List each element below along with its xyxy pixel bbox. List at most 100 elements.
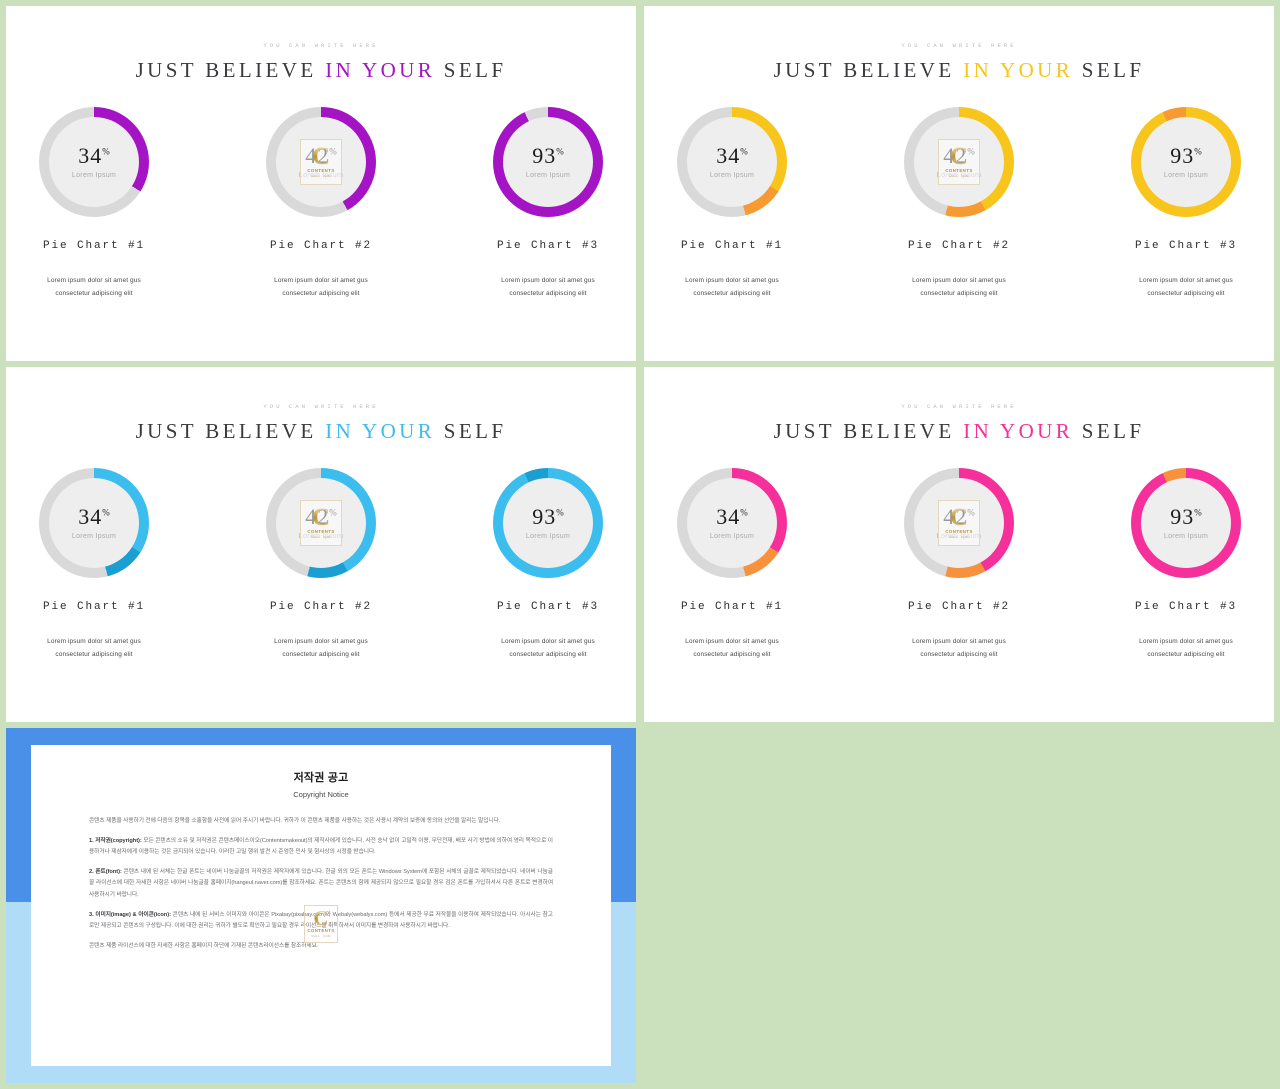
copyright-paragraph-lead: 2. 폰트(font):	[89, 869, 122, 876]
headline-part-after: SELF	[1073, 419, 1145, 443]
chart-column: 34% Lorem Ipsum Pie Chart #1 Lorem ipsum do…	[12, 107, 177, 300]
donut-value: 34%	[78, 506, 110, 528]
donut-gauge[interactable]: 93% Lorem Ipsum	[1131, 468, 1241, 578]
chart-title: Pie Chart #2	[269, 601, 372, 613]
donut-gauge[interactable]: 93% Lorem Ipsum	[493, 468, 603, 578]
slide-eyebrow: YOU CAN WRITE HERE	[901, 42, 1017, 49]
chart-description-line2: consectetur adipiscing elit	[55, 650, 133, 658]
donut-value-number: 93	[1170, 143, 1195, 168]
chart-description: Lorem ipsum dolor sit amet gus consectetu…	[877, 275, 1042, 300]
percent-symbol: %	[102, 507, 110, 518]
chart-title: Pie Chart #3	[1134, 601, 1237, 613]
slide-pink: YOU CAN WRITE HERE JUST BELIEVE IN YOUR S…	[644, 367, 1274, 722]
donut-sub-label: Lorem Ipsum	[71, 533, 117, 540]
percent-symbol: %	[740, 146, 748, 157]
donut-center: 42% Lorem Ipsum	[914, 117, 1004, 207]
chart-row: 34% Lorem Ipsum Pie Chart #1 Lorem ipsum do…	[6, 468, 636, 661]
chart-description-line1: Lorem ipsum dolor sit amet gus	[1139, 638, 1233, 645]
donut-gauge[interactable]: 93% Lorem Ipsum	[1131, 107, 1241, 217]
chart-column: 42%Lorem IpsumCCONTENTSMALL . COMPie Cha…	[877, 468, 1042, 661]
donut-center: 34% Lorem Ipsum	[49, 117, 139, 207]
watermark-letter: C	[313, 905, 329, 930]
copyright-page: 저작권 공고 Copyright Notice 콘텐츠 제품을 사용하기 전에 …	[31, 745, 611, 1066]
chart-description-line2: consectetur adipiscing elit	[55, 289, 133, 297]
chart-description-line1: Lorem ipsum dolor sit amet gus	[912, 277, 1006, 284]
donut-gauge[interactable]: 34% Lorem Ipsum	[39, 107, 149, 217]
headline-accent: IN YOUR	[325, 419, 436, 443]
donut-sub-label: Lorem Ipsum	[71, 172, 117, 179]
slide-board: YOU CAN WRITE HERE JUST BELIEVE IN YOUR S…	[0, 0, 1280, 1089]
chart-description: Lorem ipsum dolor sit amet gus consectetu…	[12, 275, 177, 300]
donut-center: 34% Lorem Ipsum	[687, 117, 777, 207]
donut-gauge[interactable]: 42%Lorem IpsumCCONTENTSMALL . COM	[904, 468, 1014, 578]
chart-description: Lorem ipsum dolor sit amet gus consectetu…	[239, 275, 404, 300]
watermark-line1: CONTENTS	[307, 928, 335, 934]
percent-symbol: %	[1194, 507, 1202, 518]
chart-description: Lorem ipsum dolor sit amet gus consectetu…	[466, 636, 631, 661]
donut-gauge[interactable]: 42%Lorem IpsumCCONTENTSMALL . COM	[904, 107, 1014, 217]
donut-sub-label: Lorem Ipsum	[709, 533, 755, 540]
headline-part-before: JUST BELIEVE	[135, 419, 326, 443]
donut-gauge[interactable]: 42%Lorem IpsumCCONTENTSMALL . COM	[266, 107, 376, 217]
copyright-paragraph: 1. 저작권(copyright): 모든 콘텐츠의 소유 및 저작권은 콘텐츠…	[89, 836, 553, 858]
donut-gauge[interactable]: 34% Lorem Ipsum	[677, 468, 787, 578]
chart-description-line1: Lorem ipsum dolor sit amet gus	[47, 277, 141, 284]
donut-value-number: 42	[305, 504, 330, 529]
chart-description-line2: consectetur adipiscing elit	[920, 289, 998, 297]
chart-description-line2: consectetur adipiscing elit	[1147, 289, 1225, 297]
chart-description-line1: Lorem ipsum dolor sit amet gus	[685, 638, 779, 645]
chart-description-line1: Lorem ipsum dolor sit amet gus	[685, 277, 779, 284]
slide-headline: JUST BELIEVE IN YOUR SELF	[644, 58, 1274, 83]
donut-value: 93%	[532, 506, 564, 528]
copyright-paragraph-text: 콘텐츠 제품을 사용하기 전에 다음의 항목을 소홀함을 사전에 읽어 주시기 …	[89, 818, 501, 824]
chart-title: Pie Chart #3	[496, 240, 599, 252]
donut-gauge[interactable]: 42%Lorem IpsumCCONTENTSMALL . COM	[266, 468, 376, 578]
donut-value-number: 93	[1170, 504, 1195, 529]
chart-column: 42%Lorem IpsumCCONTENTSMALL . COMPie Cha…	[877, 107, 1042, 300]
slide-headline: JUST BELIEVE IN YOUR SELF	[644, 419, 1274, 444]
donut-gauge[interactable]: 34% Lorem Ipsum	[39, 468, 149, 578]
chart-column: 93% Lorem Ipsum Pie Chart #3 Lorem ipsum do…	[466, 107, 631, 300]
chart-description: Lorem ipsum dolor sit amet gus consectetu…	[650, 275, 815, 300]
chart-column: 34% Lorem Ipsum Pie Chart #1 Lorem ipsum do…	[12, 468, 177, 661]
slide-headline: JUST BELIEVE IN YOUR SELF	[6, 419, 636, 444]
donut-value: 34%	[78, 145, 110, 167]
donut-value-number: 34	[716, 504, 741, 529]
chart-description-line2: consectetur adipiscing elit	[509, 289, 587, 297]
donut-center: 93% Lorem Ipsum	[503, 117, 593, 207]
donut-value-number: 42	[305, 143, 330, 168]
chart-title: Pie Chart #3	[1134, 240, 1237, 252]
slide-eyebrow: YOU CAN WRITE HERE	[901, 403, 1017, 410]
slide-purple: YOU CAN WRITE HERE JUST BELIEVE IN YOUR S…	[6, 6, 636, 361]
chart-description: Lorem ipsum dolor sit amet gus consectetu…	[239, 636, 404, 661]
donut-sub-label: Lorem Ipsum	[298, 172, 344, 179]
copyright-paragraph: 콘텐츠 제품을 사용하기 전에 다음의 항목을 소홀함을 사전에 읽어 주시기 …	[89, 816, 553, 827]
donut-value: 42%	[943, 145, 975, 167]
donut-value: 93%	[532, 145, 564, 167]
donut-value: 93%	[1170, 145, 1202, 167]
chart-description-line2: consectetur adipiscing elit	[1147, 650, 1225, 658]
donut-value-number: 34	[716, 143, 741, 168]
donut-value-number: 34	[78, 504, 103, 529]
donut-center: 42% Lorem Ipsum	[914, 478, 1004, 568]
donut-value: 42%	[305, 145, 337, 167]
donut-center: 93% Lorem Ipsum	[1141, 478, 1231, 568]
donut-center: 93% Lorem Ipsum	[1141, 117, 1231, 207]
percent-symbol: %	[1194, 146, 1202, 157]
chart-column: 42%Lorem IpsumCCONTENTSMALL . COM Pie Cha…	[239, 468, 404, 661]
headline-accent: IN YOUR	[963, 58, 1074, 82]
copyright-paragraph-text: 콘텐츠 내에 된 서체는 한글 폰트는 네이버 나눔글꼴의 저작권은 제작자에게…	[89, 869, 553, 898]
donut-gauge[interactable]: 93% Lorem Ipsum	[493, 107, 603, 217]
chart-column: 34% Lorem Ipsum Pie Chart #1 Lorem ipsum do…	[650, 468, 815, 661]
chart-title: Pie Chart #1	[42, 601, 145, 613]
chart-description-line1: Lorem ipsum dolor sit amet gus	[274, 277, 368, 284]
chart-description: Lorem ipsum dolor sit amet gus consectetu…	[466, 275, 631, 300]
chart-row: 34% Lorem Ipsum Pie Chart #1 Lorem ipsum do…	[644, 468, 1274, 661]
headline-part-before: JUST BELIEVE	[135, 58, 326, 82]
donut-value: 42%	[305, 506, 337, 528]
copyright-paragraph-lead: 1. 저작권(copyright):	[89, 838, 142, 845]
headline-part-after: SELF	[435, 419, 507, 443]
chart-column: 34% Lorem Ipsum Pie Chart #1 Lorem ipsum do…	[650, 107, 815, 300]
copyright-paragraph-text: 모든 콘텐츠의 소유 및 저작권은 콘텐츠메이스이오(Contentsmakeo…	[89, 838, 553, 856]
donut-gauge[interactable]: 34% Lorem Ipsum	[677, 107, 787, 217]
